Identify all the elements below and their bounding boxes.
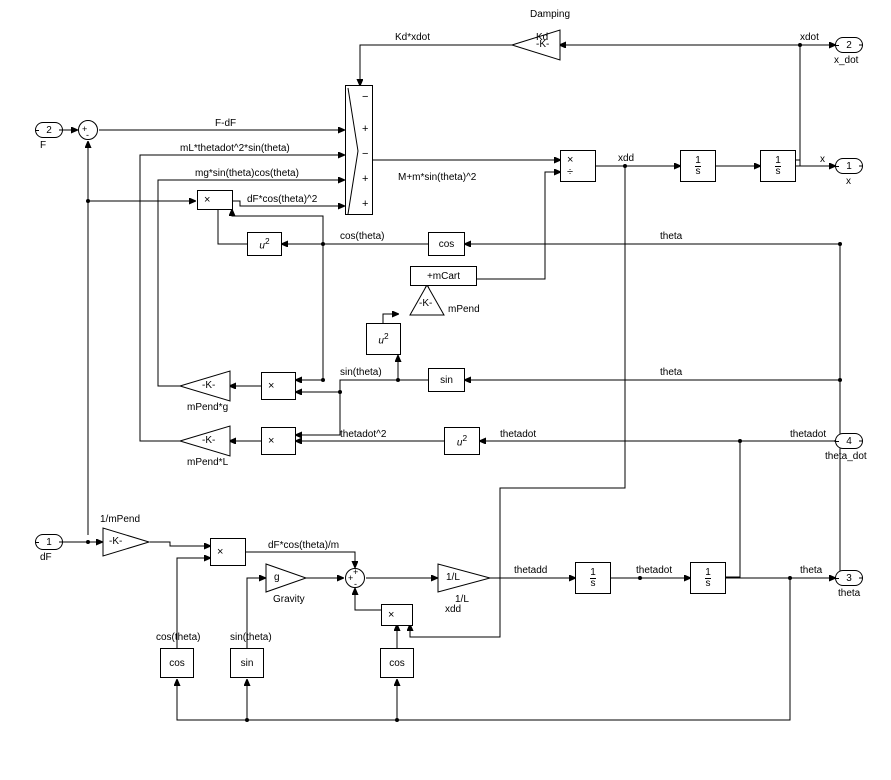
mult-sign: ×	[388, 609, 394, 621]
lbl-cos-b: cos(theta)	[156, 632, 200, 643]
mult-sign: ×	[567, 154, 573, 166]
cos-block[interactable]: cos	[428, 232, 465, 256]
sign: +	[353, 568, 358, 577]
lbl-xdd: xdd	[618, 153, 634, 164]
outport-theta[interactable]: 3	[835, 570, 863, 586]
sign: -	[86, 131, 89, 140]
simulink-diagram: 2 F 1 dF 2 x_dot 1 x 4 theta_dot 3 theta…	[0, 0, 891, 780]
product-dfcos2[interactable]: ×	[197, 190, 233, 210]
lbl-x: x	[820, 154, 825, 165]
lbl-dfcosm: dF*cos(theta)/m	[268, 540, 339, 551]
outport-x[interactable]: 1	[835, 158, 863, 174]
outport-xdot-label: x_dot	[834, 55, 858, 66]
divide-block[interactable]: × ÷	[560, 150, 596, 182]
gain-kd-label-inside: Kd	[536, 32, 548, 43]
lbl-xdot: xdot	[800, 32, 819, 43]
outport-thetadot-label: theta_dot	[825, 451, 867, 462]
cos-block-bottom2[interactable]: cos	[380, 648, 414, 678]
product-cos-xdd[interactable]: ×	[381, 604, 413, 626]
inport-dF[interactable]: 1	[35, 534, 63, 550]
lbl-xdd-b: xdd	[445, 604, 461, 615]
sin-block-bottom[interactable]: sin	[230, 648, 264, 678]
outport-xdot[interactable]: 2	[835, 37, 863, 53]
lbl-mgsincos: mg*sin(theta)cos(theta)	[195, 168, 299, 179]
sum-theta[interactable]: + + -	[345, 568, 365, 588]
gain-1-mpend-label: 1/mPend	[100, 514, 140, 525]
port-number: 1	[46, 537, 52, 548]
lbl-thetadot-r: thetadot	[790, 429, 826, 440]
lbl-mLthetadot2sin: mL*thetadot^2*sin(theta)	[180, 143, 290, 154]
gain-mpend-l-label: mPend*L	[187, 457, 228, 468]
add-mcart-block[interactable]: +mCart	[410, 266, 477, 286]
port-number: 3	[846, 573, 852, 584]
lbl-Mmsin2: M+m*sin(theta)^2	[398, 172, 476, 183]
outport-theta-label: theta	[838, 588, 860, 599]
lbl-theta1: theta	[660, 231, 682, 242]
port-number: 2	[46, 125, 52, 136]
lbl-sin: sin(theta)	[340, 367, 382, 378]
gain-g-label: Gravity	[273, 594, 305, 605]
lbl-cos: cos(theta)	[340, 231, 384, 242]
outport-x-label: x	[846, 176, 851, 187]
port-number: 4	[846, 436, 852, 447]
mult-sign: ×	[204, 194, 210, 206]
lbl-FdF: F-dF	[215, 118, 236, 129]
product-dfcosm[interactable]: ×	[210, 538, 246, 566]
sum-big[interactable]: − + − + +	[345, 85, 373, 215]
sum-F-dF[interactable]: + -	[78, 120, 98, 140]
integrator-theta2[interactable]: 1s	[690, 562, 726, 594]
inport-F-label: F	[40, 140, 46, 151]
gain-kd-title: Damping	[530, 9, 570, 20]
port-number: 2	[846, 40, 852, 51]
inport-F[interactable]: 2	[35, 122, 63, 138]
u2-sin-block[interactable]: u2	[366, 323, 401, 355]
lbl-theta-out: theta	[800, 565, 822, 576]
cos-block-bottom1[interactable]: cos	[160, 648, 194, 678]
lbl-theta2: theta	[660, 367, 682, 378]
lbl-thetadot2: thetadot^2	[340, 429, 386, 440]
lbl-dfcos2: dF*cos(theta)^2	[247, 194, 317, 205]
lbl-thetadot2b: thetadot	[636, 565, 672, 576]
integrator-x1[interactable]: 1s	[680, 150, 716, 182]
lbl-thetadot: thetadot	[500, 429, 536, 440]
u2-cos-block[interactable]: u2	[247, 232, 282, 256]
lbl-sin-b: sin(theta)	[230, 632, 272, 643]
inport-dF-label: dF	[40, 552, 52, 563]
port-number: 1	[846, 161, 852, 172]
outport-thetadot[interactable]: 4	[835, 433, 863, 449]
integrator-theta1[interactable]: 1s	[575, 562, 611, 594]
div-sign: ÷	[567, 166, 573, 178]
mult-sign: ×	[217, 546, 223, 558]
sign: -	[354, 580, 357, 589]
integrator-x2[interactable]: 1s	[760, 150, 796, 182]
gain-mpend-g-label: mPend*g	[187, 402, 228, 413]
lbl-kdxdot: Kd*xdot	[395, 32, 430, 43]
sign: +	[348, 574, 353, 583]
lbl-thetadd: thetadd	[514, 565, 547, 576]
gain-mpend-label: mPend	[448, 304, 480, 315]
